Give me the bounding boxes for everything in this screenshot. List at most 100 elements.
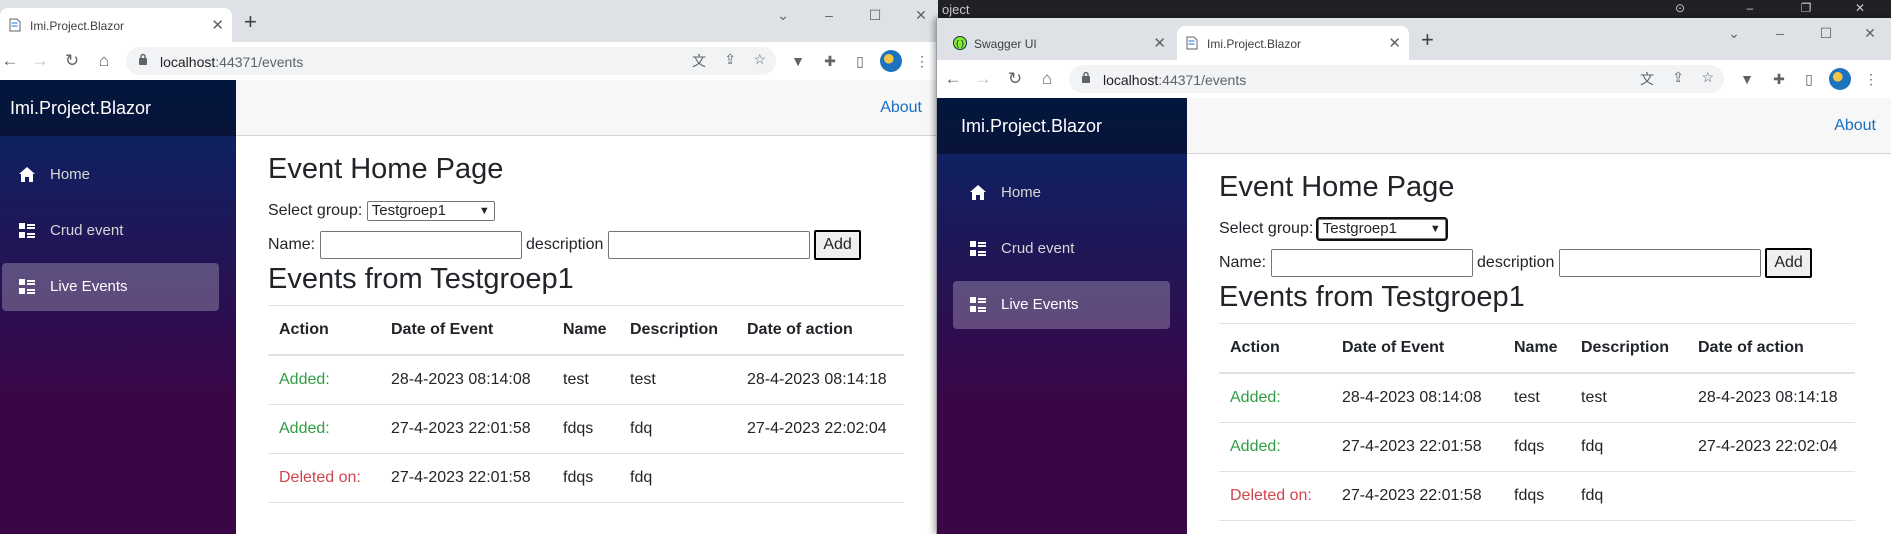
table-header-row: Action Date of Event Name Description Da… — [268, 305, 904, 356]
translate-icon[interactable]: 文 — [692, 51, 706, 71]
lock-icon[interactable] — [138, 53, 148, 66]
date-of-event-cell: 27-4-2023 22:01:58 — [1331, 471, 1503, 521]
side-panel-icon[interactable]: ▯ — [1797, 67, 1821, 91]
extension-icon[interactable]: ▼ — [786, 49, 810, 73]
brand-title[interactable]: Imi.Project.Blazor — [0, 80, 236, 136]
omnibox[interactable]: localhost:44371/events 文 ⇪ ☆ — [126, 47, 776, 75]
puzzle-icon[interactable]: ✚ — [818, 49, 842, 73]
description-cell: test — [1570, 373, 1687, 423]
brand-title[interactable]: Imi.Project.Blazor — [937, 98, 1187, 154]
table-row: Deleted on: 27-4-2023 22:01:58 fdqs fdq — [1219, 471, 1855, 521]
group-select[interactable]: Testgroep1 ▼ — [1315, 217, 1448, 241]
description-cell: fdq — [1570, 422, 1687, 472]
lock-icon[interactable] — [1081, 71, 1091, 84]
tab-close-icon[interactable]: ✕ — [1388, 34, 1401, 52]
table-row: Added: 28-4-2023 08:14:08 test test 28-4… — [1219, 373, 1855, 423]
about-link[interactable]: About — [1834, 117, 1876, 135]
name-input[interactable] — [1270, 249, 1473, 277]
description-input[interactable] — [607, 231, 810, 259]
omnibox[interactable]: localhost:44371/events 文 ⇪ ☆ — [1069, 65, 1724, 93]
swagger-icon: {} — [953, 36, 967, 50]
column-header: Name — [552, 305, 619, 356]
minimize-icon[interactable]: – — [806, 0, 852, 32]
tab-swagger-ui[interactable]: {} Swagger UI ✕ — [944, 26, 1174, 60]
background-window-title: oject — [942, 2, 970, 17]
profile-avatar[interactable] — [880, 50, 902, 72]
extension-icon[interactable]: ▼ — [1735, 67, 1759, 91]
share-icon[interactable]: ⇪ — [1672, 69, 1684, 86]
background-close-icon[interactable]: ✕ — [1838, 0, 1882, 18]
address-bar-row: ← → ↻ ⌂ localhost:44371/events 文 ⇪ ☆ ▼ ✚… — [0, 42, 938, 81]
nav-item-live-events[interactable]: Live Events — [953, 281, 1170, 329]
share-icon[interactable]: ⇪ — [724, 51, 736, 68]
group-select-row: Select group: Testgroep1 ▼ — [1219, 217, 1448, 241]
page-content: Imi.Project.Blazor Home Crud event Live … — [0, 80, 938, 534]
table-row: Added: 27-4-2023 22:01:58 fdqs fdq 27-4-… — [1219, 422, 1855, 472]
background-minimize-icon[interactable]: – — [1728, 0, 1772, 18]
description-input[interactable] — [1558, 249, 1761, 277]
page-icon — [9, 18, 21, 32]
translate-icon[interactable]: 文 — [1640, 69, 1654, 89]
minimize-icon[interactable]: – — [1757, 18, 1803, 50]
close-window-icon[interactable]: ✕ — [898, 0, 938, 32]
group-select[interactable]: Testgroep1 ▼ — [366, 201, 495, 221]
nav-item-crud-event[interactable]: Crud event — [953, 225, 1170, 273]
url-text[interactable]: localhost:44371/events — [160, 54, 303, 70]
date-of-action-cell: 27-4-2023 22:02:04 — [1687, 422, 1855, 472]
top-row: About — [1187, 98, 1891, 154]
forward-icon[interactable]: → — [971, 67, 995, 91]
table-row: Added: 27-4-2023 22:01:58 fdqs fdq 27-4-… — [268, 404, 904, 454]
select-group-label: Select group: — [1219, 220, 1314, 238]
back-icon[interactable]: ← — [941, 67, 965, 91]
home-icon — [19, 167, 35, 182]
tab-imi-project-blazor[interactable]: Imi.Project.Blazor ✕ — [1177, 26, 1409, 60]
profile-avatar[interactable] — [1829, 68, 1851, 90]
tab-title: Swagger UI — [974, 37, 1037, 51]
table-row: Deleted on: 27-4-2023 22:01:58 fdqs fdq — [268, 453, 904, 503]
column-header: Description — [619, 305, 736, 356]
table-header-row: Action Date of Event Name Description Da… — [1219, 323, 1855, 374]
about-link[interactable]: About — [880, 99, 922, 117]
menu-icon[interactable]: ⋮ — [910, 49, 934, 73]
chevron-down-icon[interactable]: ⌄ — [760, 0, 806, 32]
action-cell: Added: — [1219, 373, 1331, 423]
add-button[interactable]: Add — [1765, 248, 1812, 278]
url-text[interactable]: localhost:44371/events — [1103, 72, 1246, 88]
date-of-action-cell: 28-4-2023 08:14:18 — [736, 355, 904, 405]
nav-item-crud-event[interactable]: Crud event — [2, 207, 219, 255]
tab-close-icon[interactable]: ✕ — [211, 16, 224, 34]
nav-label: Home — [1001, 184, 1042, 201]
reload-icon[interactable]: ↻ — [60, 49, 84, 73]
star-icon[interactable]: ☆ — [753, 51, 766, 68]
home-icon[interactable]: ⌂ — [1035, 67, 1059, 91]
home-icon[interactable]: ⌂ — [92, 49, 116, 73]
tab-close-icon[interactable]: ✕ — [1153, 34, 1166, 52]
reload-icon[interactable]: ↻ — [1003, 67, 1027, 91]
name-cell: fdqs — [552, 404, 619, 454]
forward-icon[interactable]: → — [28, 49, 52, 73]
date-of-action-cell — [1687, 471, 1855, 521]
new-tab-button[interactable]: + — [1421, 29, 1434, 51]
nav-item-live-events[interactable]: Live Events — [2, 263, 219, 311]
background-maximize-icon[interactable]: ❐ — [1784, 0, 1828, 18]
maximize-icon[interactable]: ☐ — [1803, 18, 1849, 50]
add-button[interactable]: Add — [814, 230, 861, 260]
action-cell: Deleted on: — [1219, 471, 1331, 521]
events-heading: Events from Testgroep1 — [1219, 281, 1525, 313]
nav-item-home[interactable]: Home — [953, 169, 1170, 217]
side-panel-icon[interactable]: ▯ — [848, 49, 872, 73]
maximize-icon[interactable]: ☐ — [852, 0, 898, 32]
nav-label: Live Events — [50, 278, 128, 295]
menu-icon[interactable]: ⋮ — [1859, 67, 1883, 91]
nav-item-home[interactable]: Home — [2, 151, 219, 199]
chevron-down-icon[interactable]: ⌄ — [1711, 18, 1757, 50]
close-window-icon[interactable]: ✕ — [1847, 18, 1891, 50]
name-label: Name: — [1219, 254, 1267, 272]
star-icon[interactable]: ☆ — [1701, 69, 1714, 86]
home-icon — [970, 185, 986, 200]
back-icon[interactable]: ← — [0, 49, 22, 73]
new-tab-button[interactable]: + — [244, 11, 257, 33]
name-input[interactable] — [319, 231, 522, 259]
puzzle-icon[interactable]: ✚ — [1767, 67, 1791, 91]
tab-imi-project-blazor[interactable]: Imi.Project.Blazor ✕ — [0, 8, 232, 42]
